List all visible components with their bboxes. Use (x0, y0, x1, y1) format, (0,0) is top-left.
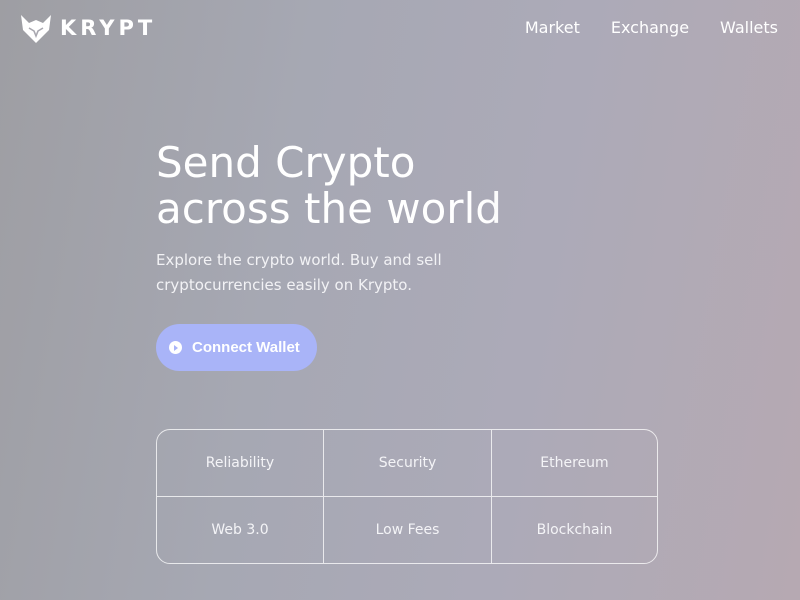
features-grid: Reliability Security Ethereum Web 3.0 Lo… (156, 429, 658, 564)
brand-logo[interactable]: KRYPT (20, 12, 156, 44)
connect-wallet-button[interactable]: Connect Wallet (156, 324, 317, 371)
hero-section: Send Crypto across the world Explore the… (156, 140, 656, 298)
feature-low-fees: Low Fees (324, 497, 492, 563)
feature-reliability: Reliability (157, 430, 324, 497)
nav-link-wallets[interactable]: Wallets (720, 17, 778, 39)
hero-title-line1: Send Crypto (156, 138, 416, 187)
navbar: KRYPT Market Exchange Wallets (0, 0, 800, 56)
hero-title-line2: across the world (156, 186, 656, 232)
feature-web3: Web 3.0 (157, 497, 324, 563)
feature-ethereum: Ethereum (492, 430, 657, 497)
feature-security: Security (324, 430, 492, 497)
play-circle-icon (169, 341, 182, 354)
fox-logo-icon (21, 15, 51, 43)
hero-subtitle-line2: cryptocurrencies easily on Krypto. (156, 276, 412, 294)
hero-subtitle-line1: Explore the crypto world. Buy and sell (156, 251, 442, 269)
connect-wallet-label: Connect Wallet (192, 339, 300, 356)
brand-name: KRYPT (60, 16, 157, 40)
feature-blockchain: Blockchain (536, 522, 613, 538)
hero-title: Send Crypto across the world (156, 140, 656, 232)
nav-links: Market Exchange Wallets (525, 17, 778, 39)
nav-link-exchange[interactable]: Exchange (611, 17, 689, 39)
hero-subtitle: Explore the crypto world. Buy and sell c… (156, 248, 486, 298)
nav-link-market[interactable]: Market (525, 17, 580, 39)
